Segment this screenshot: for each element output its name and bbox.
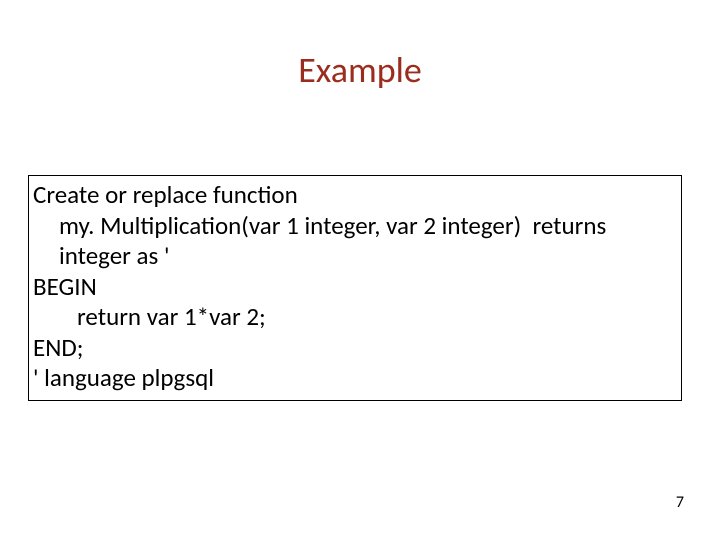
code-box: Create or replace function my. Multiplic… bbox=[28, 175, 682, 401]
page-number: 7 bbox=[676, 493, 684, 512]
code-line: ' language plpgsql bbox=[33, 363, 677, 394]
code-line: BEGIN bbox=[33, 272, 677, 303]
code-line: END; bbox=[33, 333, 677, 364]
code-line: return var 1*var 2; bbox=[33, 302, 677, 333]
code-line: my. Multiplication(var 1 integer, var 2 … bbox=[33, 211, 677, 272]
slide: Example Create or replace function my. M… bbox=[0, 0, 720, 540]
slide-title: Example bbox=[0, 48, 720, 92]
code-line: Create or replace function bbox=[33, 180, 677, 211]
